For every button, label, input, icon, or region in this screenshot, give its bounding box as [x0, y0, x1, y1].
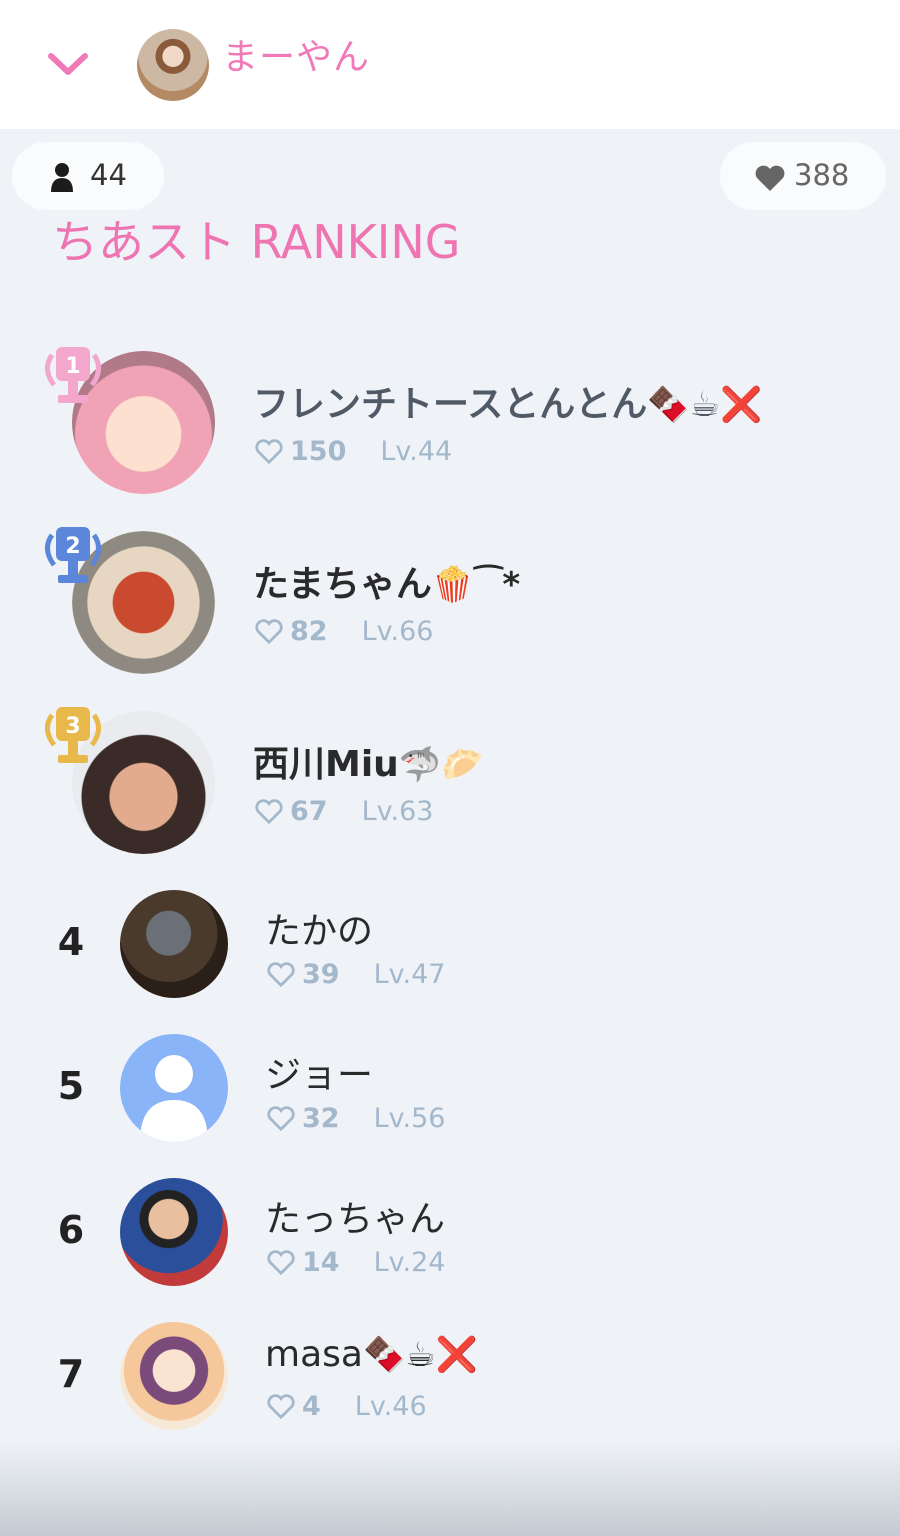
- host-name[interactable]: まーやん: [222, 28, 370, 80]
- user-name: たかの: [265, 911, 374, 952]
- svg-text:1: 1: [65, 354, 80, 379]
- bottom-fade-overlay: [0, 1440, 900, 1536]
- rank-number: 5: [57, 1064, 85, 1108]
- ranking-row[interactable]: 3 西川Miu🦈🥟 67 Lv.63: [0, 707, 900, 861]
- ranking-row[interactable]: 5 ジョー 32 Lv.56: [0, 1034, 900, 1184]
- ranking-title: ちあスト RANKING: [52, 215, 461, 269]
- user-stats: 67 Lv.63: [254, 795, 433, 827]
- default-avatar-icon[interactable]: [120, 1034, 228, 1142]
- ranking-row[interactable]: 4 たかの 39 Lv.47: [0, 890, 900, 1040]
- heart-outline-icon: [255, 618, 283, 644]
- trophy-icon-blue-2: 2: [45, 527, 101, 583]
- svg-text:3: 3: [65, 714, 80, 739]
- total-likes: 388: [794, 158, 850, 192]
- heart-icon: [755, 165, 785, 191]
- chevron-down-icon[interactable]: [46, 48, 90, 78]
- user-avatar[interactable]: [120, 890, 228, 998]
- total-likes-badge: 388: [720, 142, 886, 210]
- stream-header: まーやん: [0, 0, 900, 129]
- user-avatar[interactable]: [120, 1322, 228, 1430]
- trophy-icon-gold-3: 3: [45, 707, 101, 763]
- user-stats: 14 Lv.24: [266, 1246, 445, 1278]
- user-name: フレンチトースとんとん🍫☕❌: [253, 384, 763, 425]
- user-name: ジョー: [265, 1055, 374, 1096]
- svg-text:2: 2: [65, 534, 80, 559]
- heart-outline-icon: [267, 1393, 295, 1419]
- heart-outline-icon: [255, 798, 283, 824]
- user-stats: 39 Lv.47: [266, 958, 445, 990]
- rank-number: 7: [57, 1352, 85, 1396]
- user-name: たっちゃん: [265, 1199, 446, 1240]
- heart-outline-icon: [267, 961, 295, 987]
- person-icon: [51, 163, 73, 192]
- viewer-count-badge: 44: [12, 142, 164, 210]
- user-name: たまちゃん🍿⁀*: [253, 564, 521, 605]
- heart-outline-icon: [255, 438, 283, 464]
- ranking-row[interactable]: 2 たまちゃん🍿⁀* 82 Lv.66: [0, 527, 900, 681]
- heart-outline-icon: [267, 1249, 295, 1275]
- user-name: 西川Miu🦈🥟: [253, 744, 484, 785]
- user-stats: 82 Lv.66: [254, 615, 433, 647]
- rank-number: 6: [57, 1208, 85, 1252]
- user-avatar[interactable]: [120, 1178, 228, 1286]
- host-avatar[interactable]: [137, 29, 209, 101]
- viewer-count: 44: [90, 158, 127, 192]
- heart-outline-icon: [267, 1105, 295, 1131]
- ranking-row[interactable]: 6 たっちゃん 14 Lv.24: [0, 1178, 900, 1328]
- user-name: masa🍫☕❌: [265, 1334, 479, 1375]
- trophy-icon-gold-1: 1: [45, 347, 101, 403]
- ranking-row[interactable]: 1 フレンチトースとんとん🍫☕❌ 150 Lv.44: [0, 347, 900, 501]
- user-stats: 32 Lv.56: [266, 1102, 445, 1134]
- user-stats: 150 Lv.44: [254, 435, 452, 467]
- rank-number: 4: [57, 920, 85, 964]
- user-stats: 4 Lv.46: [266, 1390, 427, 1422]
